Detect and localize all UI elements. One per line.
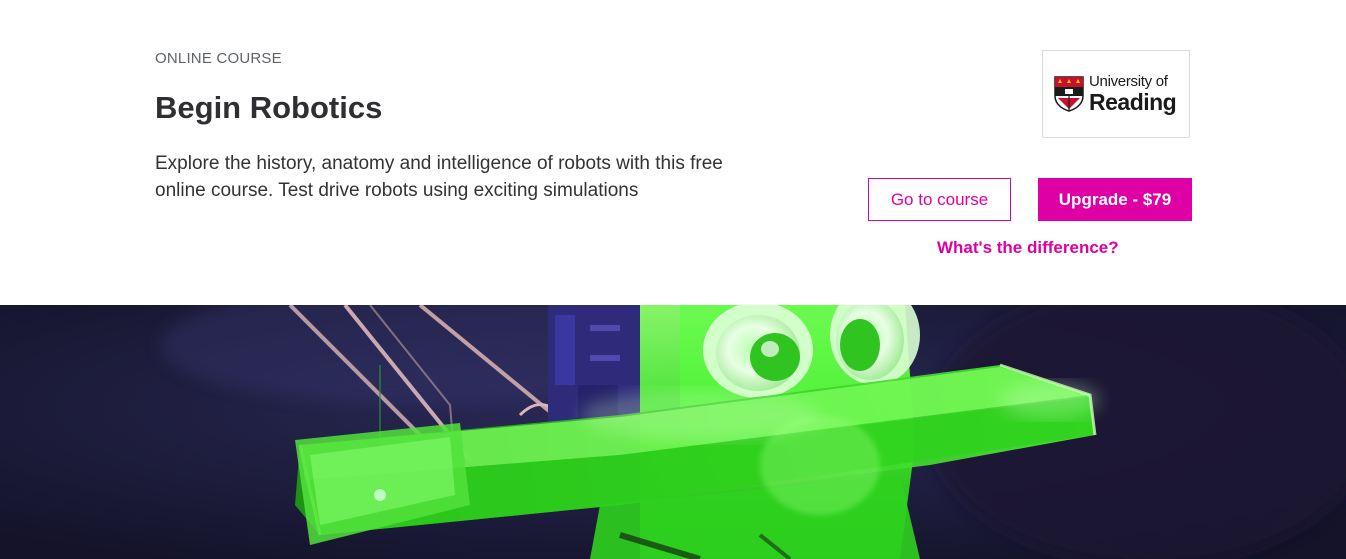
logo-text-line1: University of bbox=[1089, 73, 1168, 90]
course-page: ONLINE COURSE Begin Robotics Explore the… bbox=[0, 0, 1346, 559]
course-title: Begin Robotics bbox=[155, 90, 383, 125]
course-header: ONLINE COURSE Begin Robotics Explore the… bbox=[0, 0, 1346, 305]
difference-link[interactable]: What's the difference? bbox=[937, 238, 1119, 258]
hero-image bbox=[0, 305, 1346, 559]
go-to-course-button[interactable]: Go to course bbox=[868, 178, 1011, 221]
university-logo[interactable]: University of Reading bbox=[1042, 50, 1190, 138]
course-description: Explore the history, anatomy and intelli… bbox=[155, 153, 723, 201]
robot-photo bbox=[0, 305, 1346, 559]
course-type-label: ONLINE COURSE bbox=[155, 50, 282, 67]
logo-text-line2: Reading bbox=[1089, 89, 1177, 115]
upgrade-button[interactable]: Upgrade - $79 bbox=[1038, 178, 1192, 221]
university-crest-icon bbox=[1054, 76, 1084, 112]
